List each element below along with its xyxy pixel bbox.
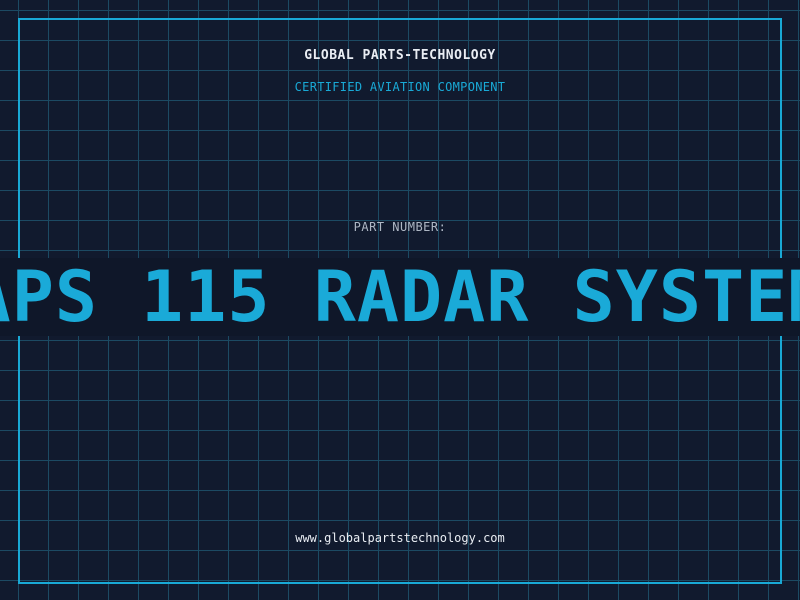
part-number-label: PART NUMBER: (353, 220, 447, 234)
part-number-value: APS 115 RADAR SYSTEM (0, 258, 800, 336)
certification-subtitle: CERTIFIED AVIATION COMPONENT (294, 80, 506, 94)
certificate-card: GLOBAL PARTS-TECHNOLOGY CERTIFIED AVIATI… (0, 0, 800, 600)
company-name: GLOBAL PARTS-TECHNOLOGY (304, 48, 496, 63)
part-number-banner: APS 115 RADAR SYSTEM (0, 258, 800, 336)
website-link[interactable]: www.globalpartstechnology.com (0, 531, 800, 545)
